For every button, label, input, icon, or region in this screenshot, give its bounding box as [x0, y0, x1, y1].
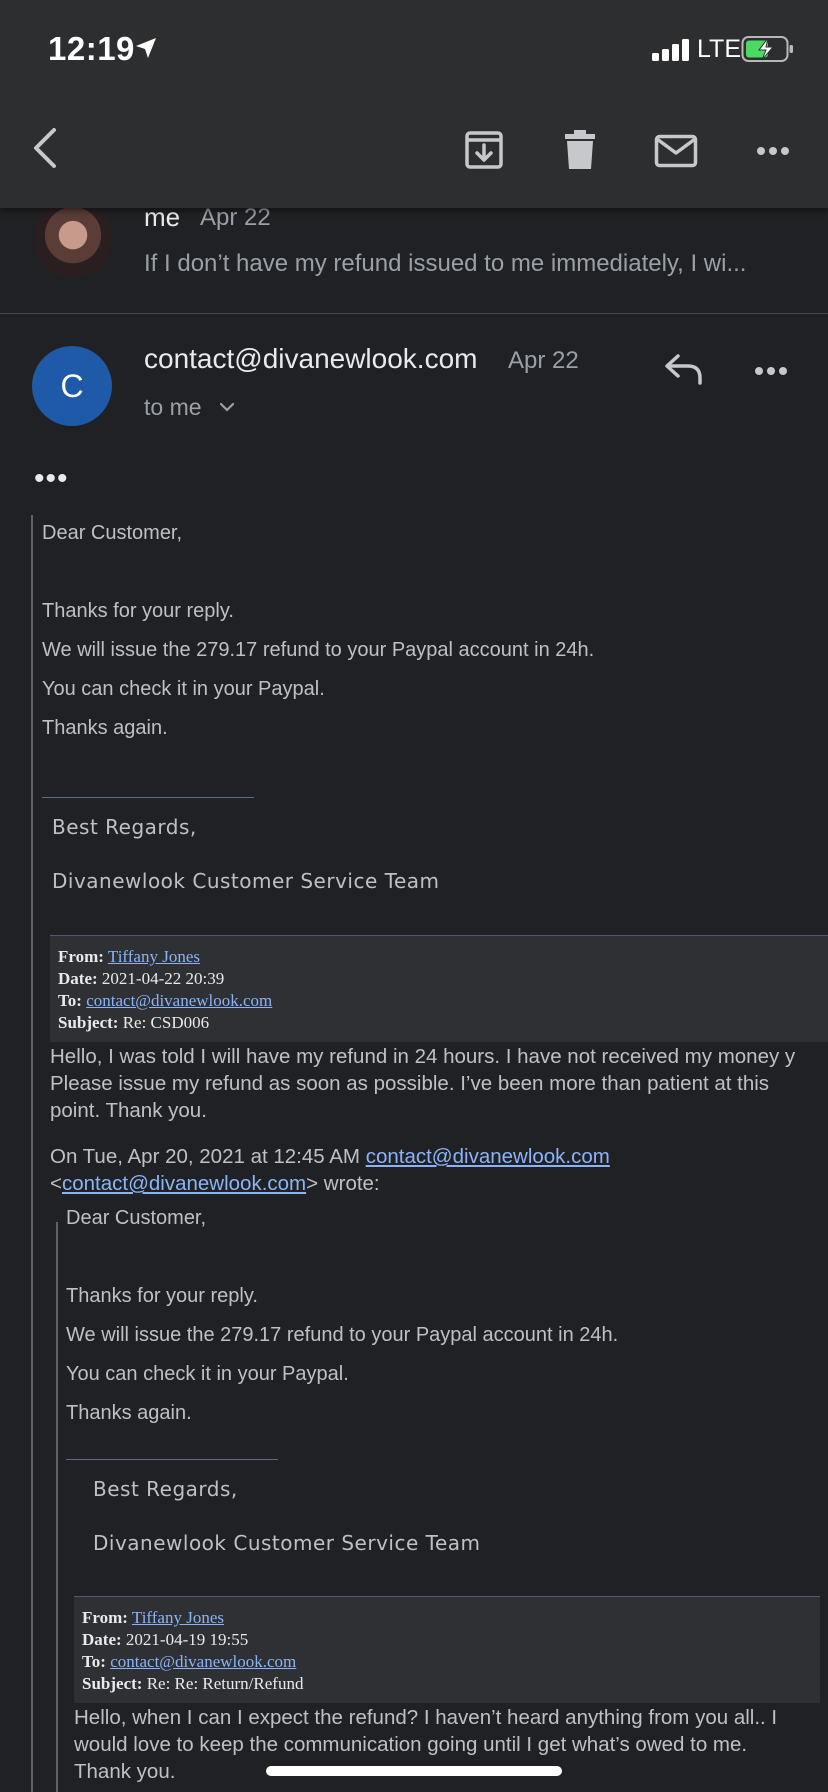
quote-attribution: On Tue, Apr 20, 2021 at 12:45 AM contact… — [50, 1143, 610, 1197]
top-app-bar: 12:19 LTE — [0, 0, 828, 208]
reply-line: Please issue my refund as soon as possib… — [50, 1072, 770, 1095]
header-subject: Re: CSD006 — [122, 1013, 210, 1032]
trash-icon[interactable] — [564, 130, 596, 170]
header-label: Date: — [58, 969, 98, 988]
reply-line: Hello, when I can I expect the refund? I… — [74, 1706, 778, 1729]
show-trimmed-content-button[interactable]: ••• — [34, 462, 69, 496]
battery-charging-icon — [741, 36, 793, 62]
signature-team: Divanewlook Customer Service Team — [93, 1531, 481, 1555]
sender-avatar — [34, 200, 112, 278]
from-link[interactable]: Tiffany Jones — [108, 947, 200, 966]
mail-icon[interactable] — [654, 134, 698, 168]
quote-bar — [31, 515, 33, 1792]
to-link[interactable]: contact@divanewlook.com — [86, 991, 272, 1010]
body-line: Thanks for your reply. — [42, 600, 234, 622]
header-date: 2021-04-19 19:55 — [125, 1630, 249, 1649]
body-line: Thanks again. — [66, 1402, 192, 1424]
previous-message-date: Apr 22 — [200, 204, 271, 231]
status-time: 12:19 — [48, 30, 135, 67]
header-label: From: — [82, 1608, 128, 1627]
home-indicator[interactable] — [266, 1766, 562, 1776]
header-label: To: — [82, 1652, 106, 1671]
signature-regards: Best Regards, — [52, 815, 197, 839]
body-line: We will issue the 279.17 refund to your … — [42, 639, 595, 661]
back-icon[interactable] — [30, 126, 60, 170]
attribution-wrote: > wrote: — [306, 1172, 380, 1195]
header-date: 2021-04-22 20:39 — [101, 969, 225, 988]
body-line: You can check it in your Paypal. — [42, 678, 325, 700]
from-link[interactable]: Tiffany Jones — [132, 1608, 224, 1627]
more-horizontal-icon[interactable] — [756, 146, 790, 156]
body-line: We will issue the 279.17 refund to your … — [66, 1324, 619, 1346]
sender-avatar: C — [32, 346, 112, 426]
header-label: Subject: — [82, 1674, 143, 1693]
location-arrow-icon — [136, 38, 156, 58]
previous-message-snippet[interactable]: If I don’t have my refund issued to me i… — [144, 250, 794, 278]
attribution-email-link[interactable]: contact@divanewlook.com — [366, 1145, 610, 1168]
reply-line: point. Thank you. — [50, 1099, 207, 1122]
header-label: From: — [58, 947, 104, 966]
signature-regards: Best Regards, — [93, 1477, 238, 1501]
nested-email-header: From: Tiffany Jones Date: 2021-04-19 19:… — [74, 1596, 820, 1703]
attribution-text: On Tue, Apr 20, 2021 at 12:45 AM — [50, 1145, 360, 1168]
body-line: Thanks for your reply. — [66, 1285, 258, 1307]
body-greeting: Dear Customer, — [66, 1207, 207, 1229]
chevron-down-icon[interactable] — [219, 402, 235, 412]
signature-rule — [66, 1459, 278, 1460]
header-label: To: — [58, 991, 82, 1010]
reply-icon[interactable] — [664, 353, 704, 385]
to-link[interactable]: contact@divanewlook.com — [110, 1652, 296, 1671]
archive-icon[interactable] — [464, 130, 504, 170]
attribution-bracket: < — [50, 1172, 62, 1195]
header-label: Subject: — [58, 1013, 119, 1032]
sender-email: contact@divanewlook.com — [144, 343, 478, 374]
body-line: You can check it in your Paypal. — [66, 1363, 349, 1385]
attribution-email-link[interactable]: contact@divanewlook.com — [62, 1172, 306, 1195]
signature-rule — [42, 797, 254, 798]
message-date: Apr 22 — [508, 347, 579, 374]
body-line: Thanks again. — [42, 717, 168, 739]
signal-icon — [652, 39, 689, 61]
signature-team: Divanewlook Customer Service Team — [52, 869, 440, 893]
header-subject: Re: Re: Return/Refund — [146, 1674, 304, 1693]
reply-line: Hello, I was told I will have my refund … — [50, 1045, 796, 1068]
body-greeting: Dear Customer, — [42, 522, 183, 544]
nested-quote-bar — [56, 1222, 58, 1792]
quoted-email-header: From: Tiffany Jones Date: 2021-04-22 20:… — [50, 935, 828, 1042]
network-type: LTE — [697, 35, 741, 63]
recipient-details[interactable]: to me — [144, 394, 202, 421]
header-label: Date: — [82, 1630, 122, 1649]
reply-line: would love to keep the communication goi… — [74, 1733, 748, 1756]
message-divider — [0, 313, 828, 314]
quoted-reply: Hello, I was told I will have my refund … — [50, 1043, 828, 1124]
more-options-icon[interactable] — [754, 366, 788, 376]
